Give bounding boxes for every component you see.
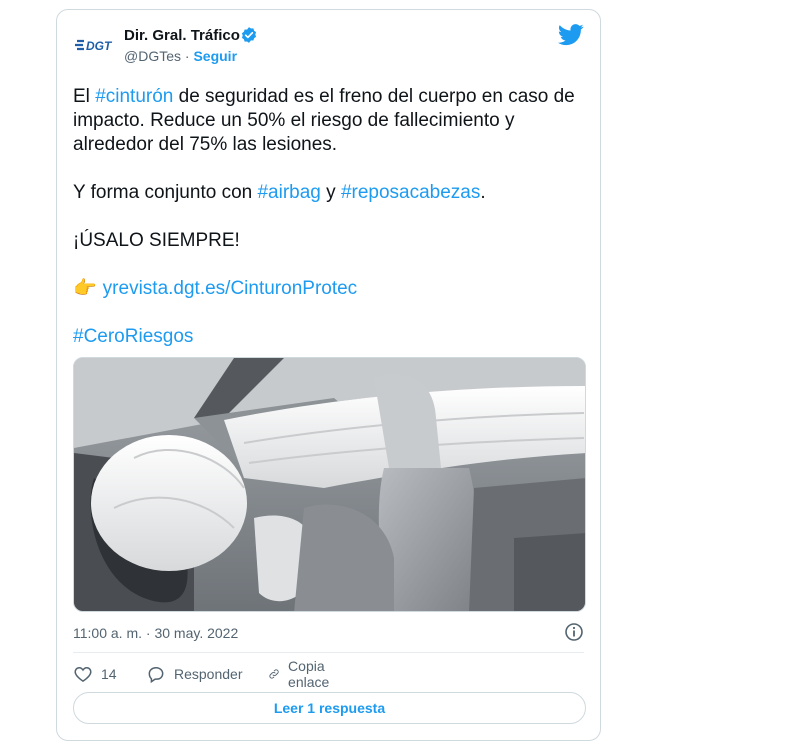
tweet-link-row: 👉 yrevista.dgt.es/CinturonProtec (73, 277, 583, 301)
car-airbag-photo (74, 358, 585, 611)
author-handle[interactable]: @DGTes (124, 48, 181, 64)
pointing-hand-icon: 👉 (73, 278, 97, 299)
verified-badge-icon (241, 27, 257, 43)
like-button[interactable]: 14 (73, 662, 117, 686)
twitter-bird-icon[interactable] (558, 24, 584, 46)
tweet-paragraph-1: El #cinturón de seguridad es el freno de… (73, 86, 575, 155)
reply-label: Responder (174, 666, 243, 682)
like-count: 14 (101, 666, 117, 682)
hashtag-reposacabezas[interactable]: #reposacabezas (341, 182, 480, 203)
tweet-paragraph-2: Y forma conjunto con #airbag y #reposaca… (73, 182, 486, 203)
tweet-paragraph-3: ¡ÚSALO SIEMPRE! (73, 230, 240, 251)
info-icon[interactable] (564, 622, 584, 642)
tweet-paragraph-5: #CeroRiesgos (73, 325, 583, 349)
tweet-link[interactable]: yrevista.dgt.es/CinturonProtec (103, 278, 358, 299)
divider (73, 652, 584, 653)
svg-text:DGT: DGT (86, 39, 113, 53)
tweet-card: DGT Dir. Gral. Tráfico @DGTes · Seguir E… (56, 9, 601, 741)
dgt-logo[interactable]: DGT (75, 32, 121, 58)
follow-button[interactable]: Seguir (193, 48, 237, 64)
link-icon (269, 669, 279, 679)
copy-link-button[interactable]: Copia enlace (268, 658, 337, 690)
tweet-text: El #cinturón de seguridad es el freno de… (73, 85, 583, 349)
handle-row: @DGTes · Seguir (124, 48, 237, 64)
comment-bubble-icon (148, 667, 164, 684)
tweet-timestamp[interactable]: 11:00 a. m. · 30 may. 2022 (73, 625, 238, 641)
copy-link-label: Copia enlace (288, 658, 330, 690)
heart-icon (74, 666, 92, 682)
hashtag-ceroriesgos[interactable]: #CeroRiesgos (73, 326, 193, 347)
read-replies-button[interactable]: Leer 1 respuesta (73, 692, 586, 724)
handle-separator: · (184, 48, 190, 64)
tweet-header: DGT Dir. Gral. Tráfico @DGTes · Seguir (57, 10, 600, 80)
tweet-media-image[interactable] (73, 357, 586, 612)
hashtag-airbag[interactable]: #airbag (257, 182, 320, 203)
hashtag-cinturon[interactable]: #cinturón (95, 86, 173, 107)
reply-button[interactable]: Responder (146, 662, 243, 686)
author-name[interactable]: Dir. Gral. Tráfico (124, 27, 240, 44)
